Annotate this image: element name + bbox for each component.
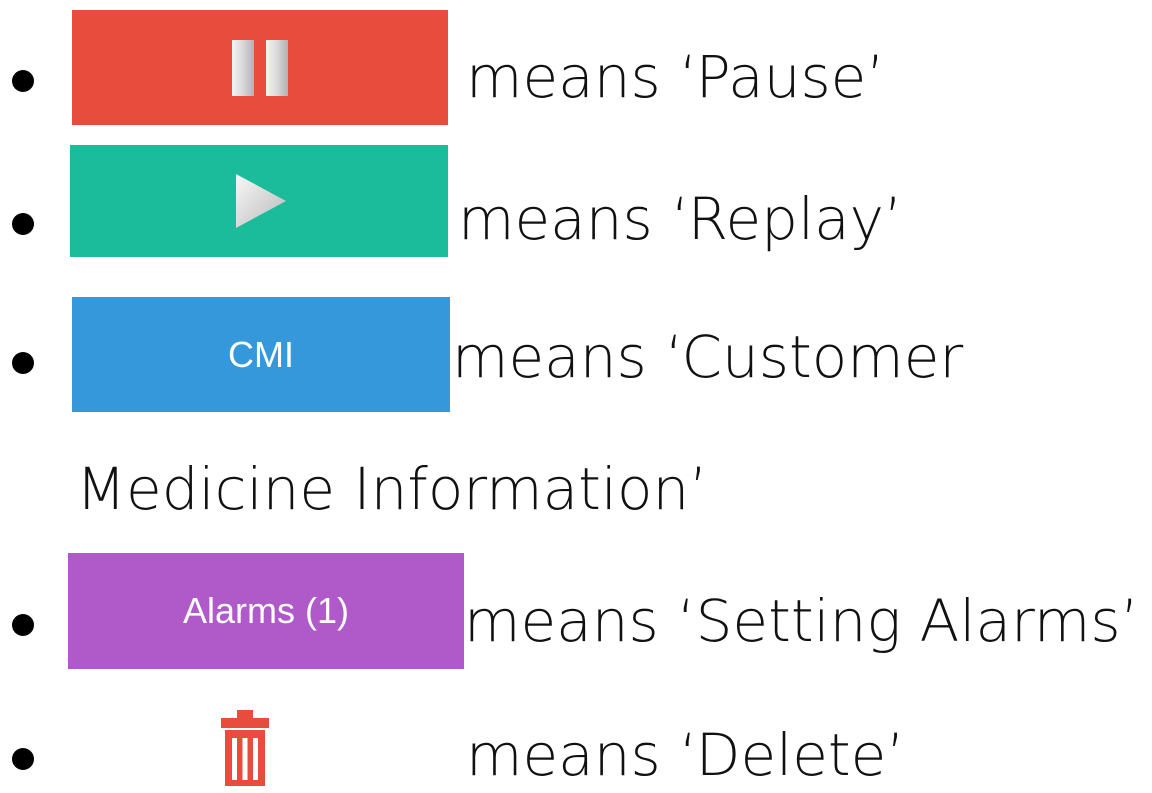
pause-caption: means ‘Pause’ [466, 43, 885, 111]
bullet-1 [12, 70, 34, 92]
alarms-button-label: Alarms (1) [182, 590, 349, 631]
cmi-button[interactable]: CMI [72, 297, 450, 412]
pause-button[interactable] [72, 10, 448, 125]
cmi-caption-line2: Medicine Information’ [76, 455, 708, 523]
delete-button[interactable] [215, 706, 275, 792]
bullet-3 [12, 352, 34, 374]
alarms-caption: means ‘Setting Alarms’ [464, 587, 1139, 655]
trash-icon [221, 710, 269, 786]
bullet-4 [12, 614, 34, 636]
delete-caption: means ‘Delete’ [466, 721, 905, 789]
cmi-button-label: CMI [228, 333, 294, 375]
replay-caption: means ‘Replay’ [458, 185, 903, 253]
pause-icon [232, 39, 288, 96]
play-icon [236, 174, 286, 228]
alarms-button[interactable]: Alarms (1) [68, 553, 464, 669]
replay-button[interactable] [70, 145, 448, 257]
bullet-5 [12, 748, 34, 770]
bullet-2 [12, 213, 34, 235]
cmi-caption: means ‘Customer [452, 323, 964, 391]
